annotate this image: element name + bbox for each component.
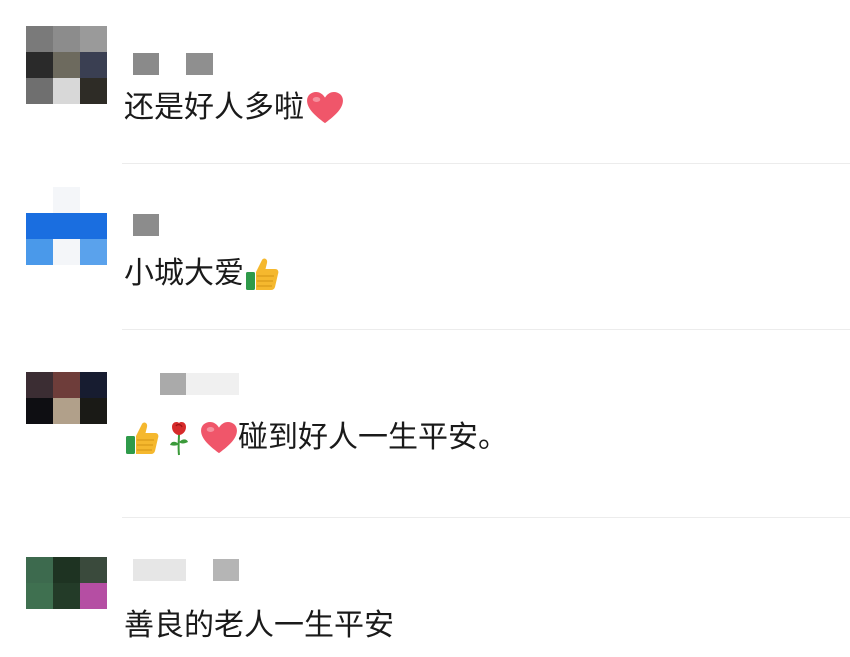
avatar-pixel	[80, 398, 107, 424]
comment-divider	[122, 329, 850, 330]
avatar-pixel	[53, 52, 80, 78]
username-redacted-block	[213, 559, 239, 581]
avatar-pixel	[26, 424, 53, 450]
avatar-pixel	[80, 372, 107, 398]
comment-text: 还是好人多啦	[124, 90, 304, 125]
avatar-pixel	[26, 26, 53, 52]
avatar-pixel	[26, 583, 53, 609]
avatar-pixel	[53, 583, 80, 609]
avatar-pixel	[80, 52, 107, 78]
avatar-pixel	[53, 372, 80, 398]
avatar-pixel	[26, 609, 53, 635]
avatar-pixel	[26, 52, 53, 78]
avatar-pixel	[53, 609, 80, 635]
comment-text-row: 善良的老人一生平安	[124, 606, 394, 646]
username-redacted-block	[186, 53, 213, 75]
user-avatar[interactable]	[26, 557, 107, 635]
username-redacted-block	[186, 373, 239, 395]
avatar-pixel	[53, 213, 80, 239]
avatar-pixel	[26, 557, 53, 583]
comment-divider	[122, 163, 850, 164]
avatar-pixel	[53, 424, 80, 450]
avatar-pixel	[53, 26, 80, 52]
avatar-pixel	[26, 187, 53, 213]
username-redacted-block	[133, 559, 186, 581]
thumbs-up-emoji-icon	[124, 420, 160, 456]
avatar-pixel	[80, 26, 107, 52]
comment-text: 小城大爱	[124, 256, 244, 291]
username-redacted-block	[133, 53, 159, 75]
avatar-pixel	[80, 424, 107, 450]
avatar-pixel	[80, 557, 107, 583]
comment-divider	[122, 517, 850, 518]
username-redacted-block	[160, 373, 186, 395]
avatar-pixel	[26, 213, 53, 239]
avatar-pixel	[26, 398, 53, 424]
avatar-pixel	[80, 609, 107, 635]
comment-text-row: 小城大爱	[124, 254, 280, 294]
avatar-pixel	[53, 557, 80, 583]
heart-emoji-icon	[306, 91, 344, 125]
avatar-pixel	[53, 239, 80, 265]
comment-text: 善良的老人一生平安	[124, 608, 394, 643]
avatar-pixel	[53, 398, 80, 424]
user-avatar[interactable]	[26, 187, 107, 265]
comment-text-row: 碰到好人一生平安。	[124, 418, 508, 458]
thumbs-up-emoji-icon	[244, 256, 280, 292]
comment-text-row: 还是好人多啦	[124, 88, 344, 128]
avatar-pixel	[80, 213, 107, 239]
avatar-pixel	[80, 239, 107, 265]
username-redacted-block	[133, 214, 159, 236]
user-avatar[interactable]	[26, 372, 107, 450]
rose-emoji-icon	[166, 420, 192, 456]
avatar-pixel	[26, 78, 53, 104]
avatar-pixel	[26, 372, 53, 398]
comment-text: 碰到好人一生平安。	[238, 420, 508, 455]
avatar-pixel	[53, 78, 80, 104]
avatar-pixel	[80, 187, 107, 213]
avatar-pixel	[53, 187, 80, 213]
user-avatar[interactable]	[26, 26, 107, 104]
heart-emoji-icon	[200, 421, 238, 455]
avatar-pixel	[26, 239, 53, 265]
avatar-pixel	[80, 583, 107, 609]
avatar-pixel	[80, 78, 107, 104]
